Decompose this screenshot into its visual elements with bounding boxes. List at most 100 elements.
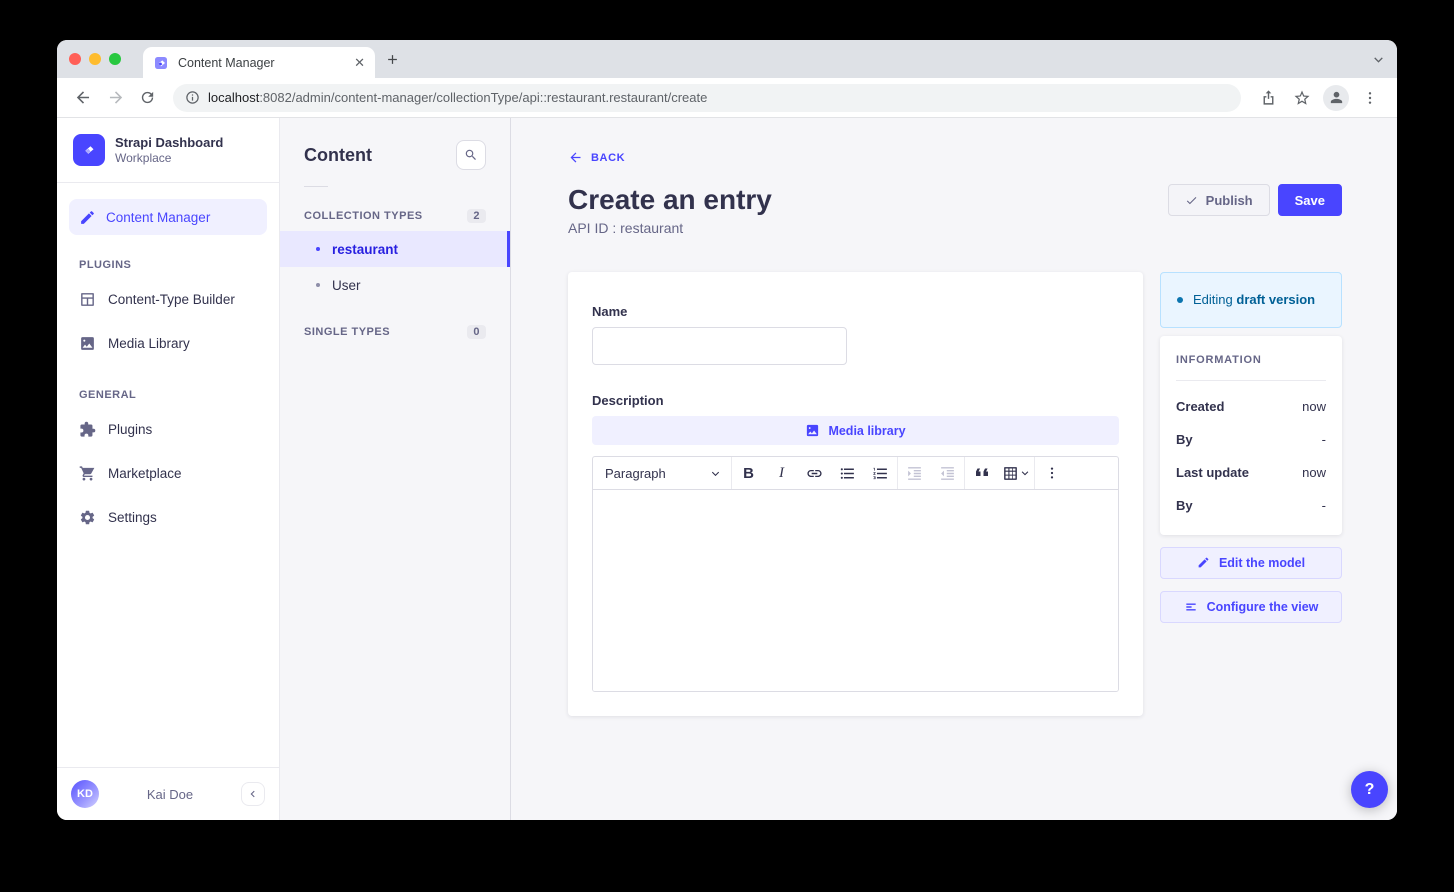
search-button[interactable]: [456, 140, 486, 170]
draft-status-box: Editing draft version: [1160, 272, 1342, 328]
blockquote-button[interactable]: [966, 460, 997, 487]
paragraph-style-dropdown[interactable]: Paragraph: [593, 457, 731, 489]
forward-browser-button[interactable]: [101, 84, 129, 112]
tab-search-chevron-icon[interactable]: [1372, 53, 1385, 66]
sidebar-item-content-type-builder[interactable]: Content-Type Builder: [69, 277, 267, 321]
indent-increase-button[interactable]: [899, 460, 930, 487]
divider: [1176, 380, 1326, 381]
entry-form-card: Name Description Media library Paragraph: [568, 272, 1143, 716]
link-button[interactable]: [799, 460, 830, 487]
indent-decrease-button[interactable]: [932, 460, 963, 487]
sidebar-item-media-library[interactable]: Media Library: [69, 321, 267, 365]
media-library-button[interactable]: Media library: [592, 416, 1119, 445]
bulleted-list-button[interactable]: [832, 460, 863, 487]
back-link[interactable]: BACK: [568, 150, 625, 165]
workspace-title: Strapi Dashboard: [115, 135, 223, 152]
site-info-icon[interactable]: [185, 90, 200, 105]
link-icon: [806, 465, 823, 482]
page-title: Create an entry: [568, 184, 772, 216]
bullet-icon: [316, 283, 320, 287]
draft-status-text: Editing draft version: [1193, 290, 1315, 310]
publish-button[interactable]: Publish: [1168, 184, 1270, 216]
more-vertical-icon: [1044, 465, 1060, 481]
single-types-heading: SINGLE TYPES 0: [280, 317, 510, 347]
browser-profile-avatar[interactable]: [1323, 85, 1349, 111]
browser-tab[interactable]: Content Manager ✕: [143, 47, 375, 78]
info-row-last-update: Last update now: [1176, 465, 1326, 480]
browser-menu-icon[interactable]: [1355, 84, 1385, 112]
subnav-item-restaurant[interactable]: restaurant: [280, 231, 510, 267]
browser-toolbar: localhost:8082/admin/content-manager/col…: [57, 78, 1397, 118]
sidebar-item-label: Settings: [108, 510, 157, 525]
sidebar-item-content-manager[interactable]: Content Manager: [69, 199, 267, 235]
more-options-button[interactable]: [1036, 460, 1067, 487]
reload-button[interactable]: [133, 84, 161, 112]
back-browser-button[interactable]: [69, 84, 97, 112]
address-bar[interactable]: localhost:8082/admin/content-manager/col…: [173, 84, 1241, 112]
sidebar-section-general: GENERAL: [69, 389, 267, 401]
sidebar-item-label: Content Manager: [106, 210, 210, 225]
divider: [897, 457, 898, 489]
help-button[interactable]: ?: [1351, 771, 1388, 808]
description-editor-area[interactable]: [593, 490, 1118, 691]
info-row-updated-by: By -: [1176, 498, 1326, 513]
divider: [731, 457, 732, 489]
entry-aside: Editing draft version INFORMATION Create…: [1160, 272, 1342, 623]
gear-icon: [79, 509, 96, 526]
configure-lines-icon: [1184, 600, 1198, 614]
tab-close-icon[interactable]: ✕: [354, 56, 365, 69]
information-card: INFORMATION Created now By - Last update: [1160, 336, 1342, 535]
bookmark-star-icon[interactable]: [1287, 84, 1317, 112]
browser-window: Content Manager ✕ localhost:8082/admin/c…: [57, 40, 1397, 820]
save-button[interactable]: Save: [1278, 184, 1342, 216]
main-sidebar: Strapi Dashboard Workplace Content Manag…: [57, 118, 280, 820]
sidebar-item-marketplace[interactable]: Marketplace: [69, 451, 267, 495]
subnav-item-user[interactable]: User: [280, 267, 510, 303]
single-types-count-badge: 0: [467, 325, 486, 339]
chevron-down-icon: [1020, 468, 1030, 478]
share-icon[interactable]: [1253, 84, 1283, 112]
chevron-down-icon: [710, 468, 721, 479]
layout-icon: [79, 291, 96, 308]
url-text: localhost:8082/admin/content-manager/col…: [208, 90, 707, 105]
close-window-button[interactable]: [69, 53, 81, 65]
check-icon: [1185, 194, 1198, 207]
sidebar-item-label: Plugins: [108, 422, 152, 437]
maximize-window-button[interactable]: [109, 53, 121, 65]
strapi-logo-icon: [73, 134, 105, 166]
arrow-left-icon: [568, 150, 583, 165]
sidebar-user-footer: KD Kai Doe: [57, 767, 279, 820]
image-icon: [805, 423, 820, 438]
rich-text-editor: Paragraph B I: [592, 456, 1119, 692]
info-row-created-by: By -: [1176, 432, 1326, 447]
avatar[interactable]: KD: [71, 780, 99, 808]
italic-button[interactable]: I: [766, 460, 797, 487]
numbered-list-button[interactable]: [865, 460, 896, 487]
minimize-window-button[interactable]: [89, 53, 101, 65]
sidebar-nav-list: Content Manager PLUGINS Content-Type Bui…: [57, 183, 279, 539]
divider: [964, 457, 965, 489]
edit-model-button[interactable]: Edit the model: [1160, 547, 1342, 579]
content-subnav: Content COLLECTION TYPES 2 restaurant Us…: [280, 118, 511, 820]
puzzle-icon: [79, 421, 96, 438]
sidebar-item-plugins[interactable]: Plugins: [69, 407, 267, 451]
subnav-item-label: User: [332, 278, 361, 293]
insert-table-button[interactable]: [998, 465, 1034, 482]
information-heading: INFORMATION: [1176, 354, 1326, 366]
sidebar-item-label: Marketplace: [108, 466, 182, 481]
description-field-label: Description: [592, 393, 1119, 408]
name-input[interactable]: [592, 327, 847, 365]
indent-decrease-icon: [939, 465, 956, 482]
bullet-icon: [316, 247, 320, 251]
sidebar-item-settings[interactable]: Settings: [69, 495, 267, 539]
new-tab-button[interactable]: [385, 52, 400, 67]
status-dot-icon: [1177, 297, 1183, 303]
browser-tab-strip: Content Manager ✕: [57, 40, 1397, 78]
cart-icon: [79, 465, 96, 482]
divider: [304, 186, 328, 187]
collapse-sidebar-button[interactable]: [241, 782, 265, 806]
workspace-brand[interactable]: Strapi Dashboard Workplace: [57, 118, 279, 183]
bold-button[interactable]: B: [733, 460, 764, 487]
sidebar-item-label: Content-Type Builder: [108, 292, 235, 307]
configure-view-button[interactable]: Configure the view: [1160, 591, 1342, 623]
